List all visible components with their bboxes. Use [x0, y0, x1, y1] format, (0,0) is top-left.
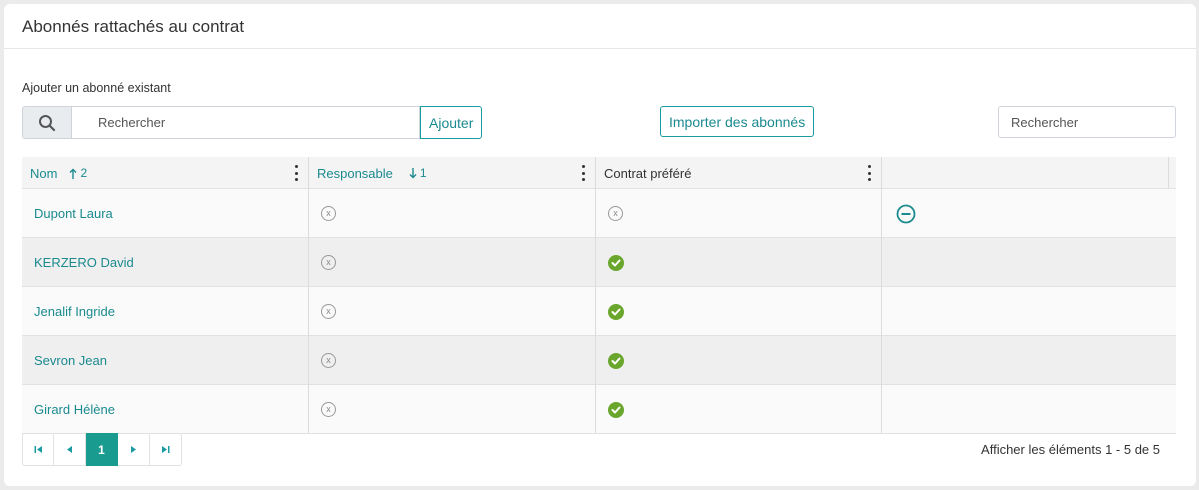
- actions-cell: [882, 287, 1170, 336]
- table-row: KERZERO David x: [22, 238, 1176, 287]
- table-row: Sevron Jean x: [22, 336, 1176, 385]
- subscribers-card: Abonnés rattachés au contrat Ajouter un …: [4, 4, 1196, 486]
- subscriber-name-cell[interactable]: Jenalif Ingride: [22, 287, 309, 336]
- search-icon[interactable]: [22, 106, 72, 139]
- subscriber-name[interactable]: Dupont Laura: [34, 206, 113, 221]
- grid-header: Nom 2 Responsable 1 Contrat préféré: [22, 157, 1176, 189]
- column-label: Responsable: [317, 165, 393, 181]
- pagination: 1: [22, 433, 182, 466]
- grid-body: Dupont Laura x x KERZERO David x Jenalif Ingr…: [22, 189, 1176, 434]
- column-menu-icon[interactable]: [294, 165, 298, 181]
- table-row: Jenalif Ingride x: [22, 287, 1176, 336]
- contrat-prefere-cell: [596, 238, 882, 287]
- actions-cell: [882, 189, 1170, 238]
- responsable-cell: x: [309, 385, 596, 434]
- add-subscriber-label: Ajouter un abonné existant: [22, 81, 171, 95]
- subscriber-name[interactable]: Jenalif Ingride: [34, 304, 115, 319]
- subscriber-name-cell[interactable]: Girard Hélène: [22, 385, 309, 434]
- remove-subscriber-icon[interactable]: [896, 204, 916, 224]
- x-circle-icon: x: [321, 206, 336, 221]
- x-circle-icon: x: [321, 255, 336, 270]
- sort-asc-icon: 2: [69, 166, 87, 180]
- column-header-responsable[interactable]: Responsable 1: [309, 157, 596, 189]
- sort-desc-icon: 1: [409, 166, 427, 180]
- sort-order: 1: [419, 166, 427, 180]
- x-circle-icon: x: [321, 402, 336, 417]
- last-page-button[interactable]: [150, 433, 182, 466]
- subscriber-name-cell[interactable]: Sevron Jean: [22, 336, 309, 385]
- check-circle-icon: [608, 254, 624, 271]
- subscribers-grid: Nom 2 Responsable 1 Contrat préféré Dupo…: [22, 157, 1176, 434]
- card-title: Abonnés rattachés au contrat: [4, 4, 1196, 49]
- subscriber-name-cell[interactable]: Dupont Laura: [22, 189, 309, 238]
- column-menu-icon[interactable]: [581, 165, 585, 181]
- column-label: Contrat préféré: [604, 165, 692, 181]
- subscriber-name-cell[interactable]: KERZERO David: [22, 238, 309, 287]
- check-circle-icon: [608, 352, 624, 369]
- actions-cell: [882, 238, 1170, 287]
- contrat-prefere-cell: [596, 287, 882, 336]
- actions-cell: [882, 336, 1170, 385]
- grid-search-input[interactable]: [998, 106, 1176, 138]
- previous-page-button[interactable]: [54, 433, 86, 466]
- pagination-info: Afficher les éléments 1 - 5 de 5: [981, 442, 1160, 457]
- column-header-contrat-prefere[interactable]: Contrat préféré: [596, 157, 882, 189]
- check-circle-icon: [608, 303, 624, 320]
- subscriber-name[interactable]: Sevron Jean: [34, 353, 107, 368]
- import-subscribers-button[interactable]: Importer des abonnés: [660, 106, 815, 137]
- check-circle-icon: [608, 401, 624, 418]
- sort-order: 2: [80, 166, 88, 180]
- first-page-button[interactable]: [22, 433, 54, 466]
- table-row: Girard Hélène x: [22, 385, 1176, 434]
- subscriber-name[interactable]: KERZERO David: [34, 255, 134, 270]
- column-header-nom[interactable]: Nom 2: [22, 157, 309, 189]
- column-label: Nom: [30, 165, 58, 181]
- contrat-prefere-cell: x: [596, 189, 882, 238]
- table-row: Dupont Laura x x: [22, 189, 1176, 238]
- x-circle-icon: x: [608, 206, 623, 221]
- x-circle-icon: x: [321, 353, 336, 368]
- add-subscriber-group: Ajouter: [22, 106, 483, 139]
- actions-cell: [882, 385, 1170, 434]
- column-menu-icon[interactable]: [867, 165, 871, 181]
- subscriber-name[interactable]: Girard Hélène: [34, 402, 115, 417]
- next-page-button[interactable]: [118, 433, 150, 466]
- responsable-cell: x: [309, 238, 596, 287]
- contrat-prefere-cell: [596, 385, 882, 434]
- responsable-cell: x: [309, 189, 596, 238]
- x-circle-icon: x: [321, 304, 336, 319]
- responsable-cell: x: [309, 336, 596, 385]
- responsable-cell: x: [309, 287, 596, 336]
- page-button-current[interactable]: 1: [86, 433, 118, 466]
- column-header-actions: [882, 157, 1169, 189]
- add-subscriber-search-input[interactable]: [72, 106, 420, 139]
- add-button[interactable]: Ajouter: [420, 106, 483, 139]
- contrat-prefere-cell: [596, 336, 882, 385]
